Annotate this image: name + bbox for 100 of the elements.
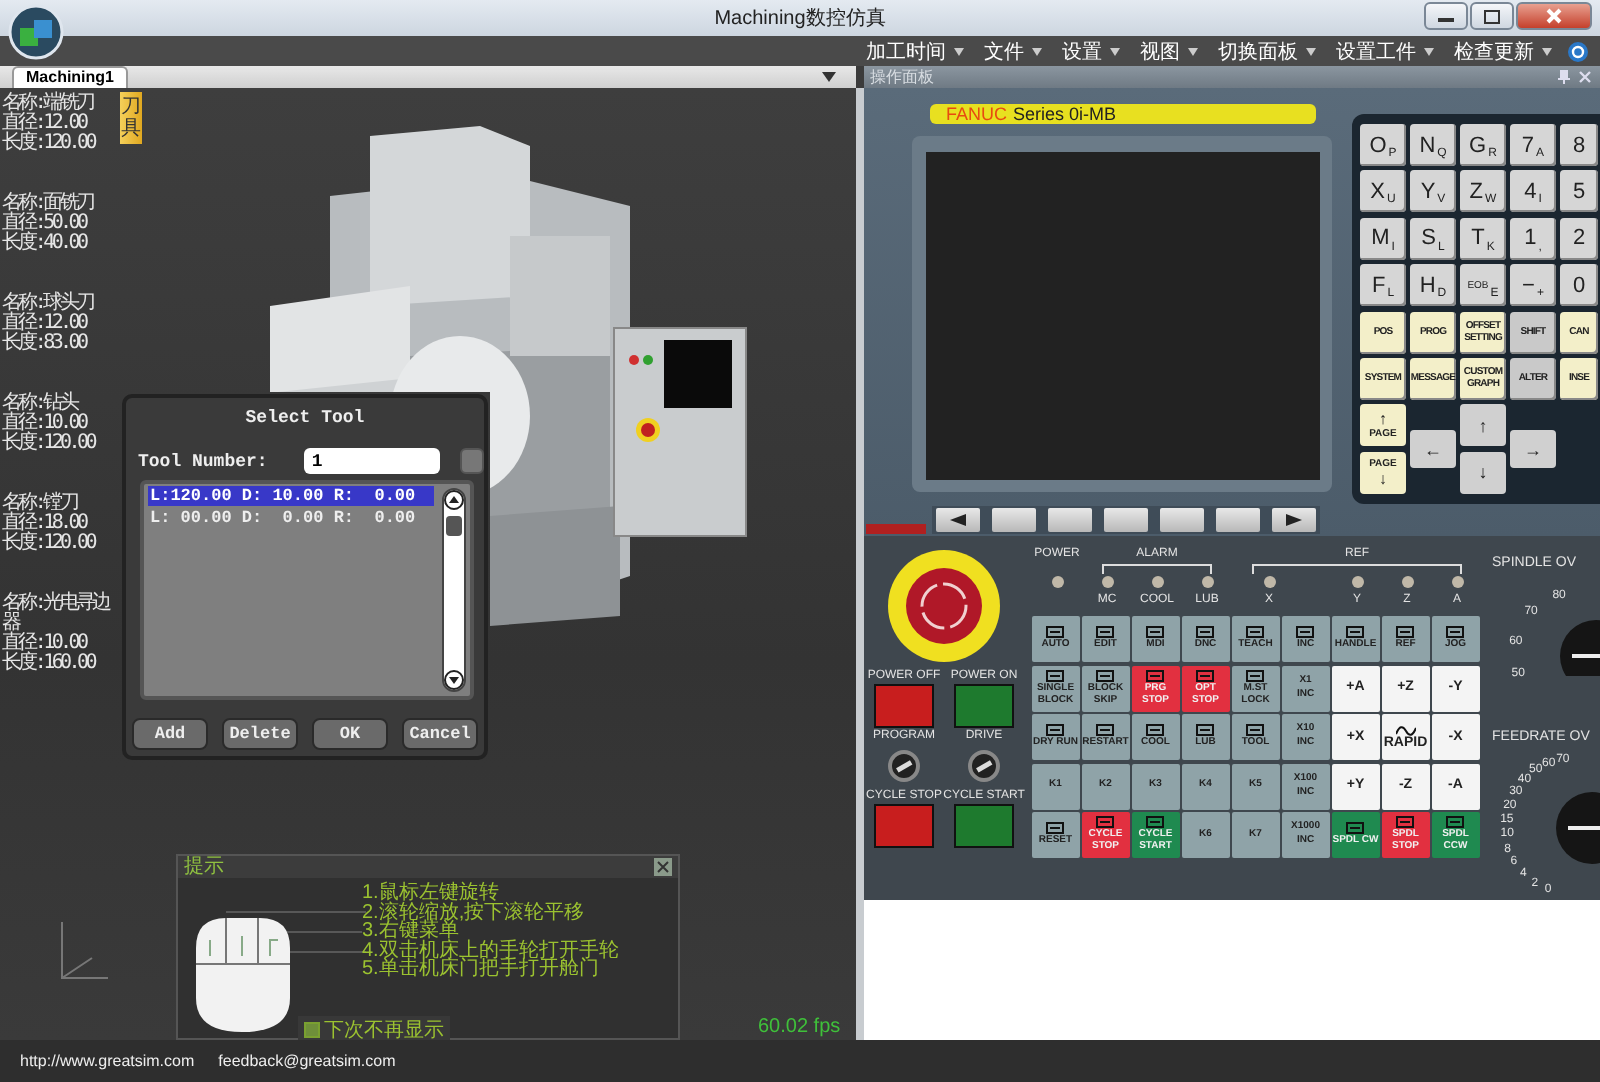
panel-button[interactable] — [954, 804, 1014, 848]
key-symbol-icon — [1146, 724, 1165, 737]
key-symbol-icon — [1046, 822, 1065, 835]
tool-length: 长度:120.00 — [2, 434, 97, 454]
key-symbol-icon — [1246, 626, 1265, 639]
emergency-stop-button[interactable] — [886, 548, 1002, 664]
tool-length: 长度:160.00 — [2, 654, 97, 674]
tool-name: 名称:光电寻边器 — [2, 594, 112, 634]
key-symbol-icon — [1346, 626, 1365, 639]
hint-text: 4.双击机床上的手轮打开手轮 — [362, 941, 619, 960]
minimize-button[interactable] — [1424, 2, 1468, 30]
indicator-lamp — [1201, 576, 1213, 588]
panel-button[interactable] — [874, 804, 934, 848]
menu-item[interactable]: 文件 — [980, 37, 1046, 65]
caret-icon — [1424, 47, 1434, 55]
keypad-key[interactable]: 8 — [1560, 124, 1598, 166]
close-icon[interactable] — [654, 858, 672, 876]
soft-key[interactable] — [1272, 508, 1316, 532]
menu-item[interactable]: 设置 — [1058, 37, 1124, 65]
dialog-title: Select Tool — [243, 408, 367, 428]
document-tab[interactable]: Machining1 — [12, 66, 129, 88]
menu-item[interactable]: 设置工件 — [1332, 37, 1438, 65]
logo-mark-icon — [866, 524, 926, 534]
tool-name: 名称:端铣刀 — [2, 94, 96, 114]
tool-name: 名称:钻头 — [2, 394, 78, 414]
wave-icon — [1395, 725, 1416, 736]
model-label: Series 0i-MB — [1013, 104, 1117, 124]
panel-button[interactable] — [874, 684, 934, 728]
panel-button[interactable] — [954, 684, 1014, 728]
key-symbol-icon — [1396, 816, 1415, 829]
key-symbol-icon — [1246, 669, 1265, 682]
tool-name: 名称:面铣刀 — [2, 194, 96, 214]
key-symbol-icon — [1046, 669, 1065, 682]
key-symbol-icon — [1446, 816, 1465, 829]
caret-icon — [1032, 47, 1042, 55]
key-symbol-icon — [1246, 724, 1265, 737]
maximize-icon — [1484, 9, 1500, 23]
key-symbol-icon — [1146, 626, 1165, 639]
scroll-down-icon[interactable] — [444, 670, 464, 690]
keypad-key[interactable]: → — [1510, 430, 1556, 469]
tool-diameter: 直径:12.00 — [2, 314, 89, 334]
keypad-key[interactable]: ↑ — [1460, 404, 1506, 447]
key-switch[interactable] — [968, 750, 1000, 782]
tool-number-button[interactable] — [459, 448, 484, 474]
indicator-lamp — [1263, 576, 1275, 588]
indicator-lamp — [1101, 576, 1113, 588]
tool-diameter: 直径:10.00 — [2, 634, 87, 654]
tool-length: 长度:120.00 — [2, 534, 97, 554]
caret-icon — [1306, 47, 1316, 55]
hint-text: 1.鼠标左键旋转 — [362, 884, 499, 903]
scroll-up-icon[interactable] — [444, 490, 464, 510]
key-symbol-icon — [1196, 669, 1215, 682]
brand-label: FANUC — [946, 104, 1008, 124]
hint-checkbox[interactable]: 下次不再显示 — [298, 1016, 450, 1040]
menu-item[interactable]: 加工时间 — [862, 37, 968, 65]
keypad-key[interactable]: 2 — [1560, 217, 1598, 260]
indicator-lamp — [1351, 576, 1363, 588]
hint-title: 提示 — [184, 856, 224, 878]
keypad-key[interactable]: ← — [1410, 430, 1456, 469]
keypad-key[interactable]: ↓ — [1460, 451, 1506, 494]
help-icon[interactable] — [1568, 41, 1588, 61]
fps-counter: 60.02 fps — [758, 1016, 841, 1038]
soft-key[interactable] — [936, 508, 980, 532]
maximize-button[interactable] — [1470, 2, 1514, 30]
tool-length: 长度:40.00 — [2, 234, 89, 254]
keypad-key[interactable]: 5 — [1560, 170, 1598, 213]
dialog-button[interactable]: Cancel — [402, 718, 478, 750]
tool-name: 名称:镗刀 — [2, 494, 78, 514]
dialog-button[interactable]: Delete — [222, 718, 298, 750]
caret-icon — [954, 47, 964, 55]
menu-item[interactable]: 切换面板 — [1214, 37, 1320, 65]
indicator-lamp — [1401, 576, 1413, 588]
indicator-lamp — [1051, 576, 1063, 588]
status-text: http://www.greatsim.com — [20, 1052, 195, 1070]
close-icon — [1546, 8, 1562, 24]
dialog-button[interactable]: OK — [312, 718, 388, 750]
key-symbol-icon — [1096, 669, 1115, 682]
field-label: Tool Number: — [138, 451, 270, 471]
hint-text: 2.滚轮缩放,按下滚轮平移 — [362, 903, 587, 922]
tool-list-row[interactable]: L:120.00 D: 10.00 R: 0.00 — [148, 486, 434, 506]
tool-side-tab[interactable]: 刀具 — [120, 92, 142, 144]
key-switch[interactable] — [888, 750, 920, 782]
key-symbol-icon — [1296, 626, 1315, 639]
pin-icon[interactable] — [1558, 70, 1570, 84]
caret-icon — [1542, 47, 1552, 55]
dialog-button[interactable]: Add — [132, 718, 208, 750]
close-button[interactable] — [1516, 2, 1592, 30]
hint-text: 5.单击机床门把手打开舱门 — [362, 960, 599, 979]
scroll-thumb[interactable] — [446, 516, 462, 536]
window-title: Machining数控仿真 — [714, 5, 886, 32]
key-symbol-icon — [1446, 626, 1465, 639]
key-symbol-icon — [1346, 822, 1365, 835]
tool-diameter: 直径:18.00 — [2, 514, 87, 534]
keypad-key[interactable]: 0 — [1560, 264, 1598, 307]
menu-item[interactable]: 视图 — [1136, 37, 1202, 65]
menu-item[interactable]: 检查更新 — [1450, 37, 1556, 65]
tool-number-field[interactable]: 1 — [303, 448, 440, 474]
indicator-lamp — [1451, 576, 1463, 588]
dropdown-icon[interactable] — [822, 72, 836, 82]
scrollbar[interactable] — [442, 488, 466, 692]
